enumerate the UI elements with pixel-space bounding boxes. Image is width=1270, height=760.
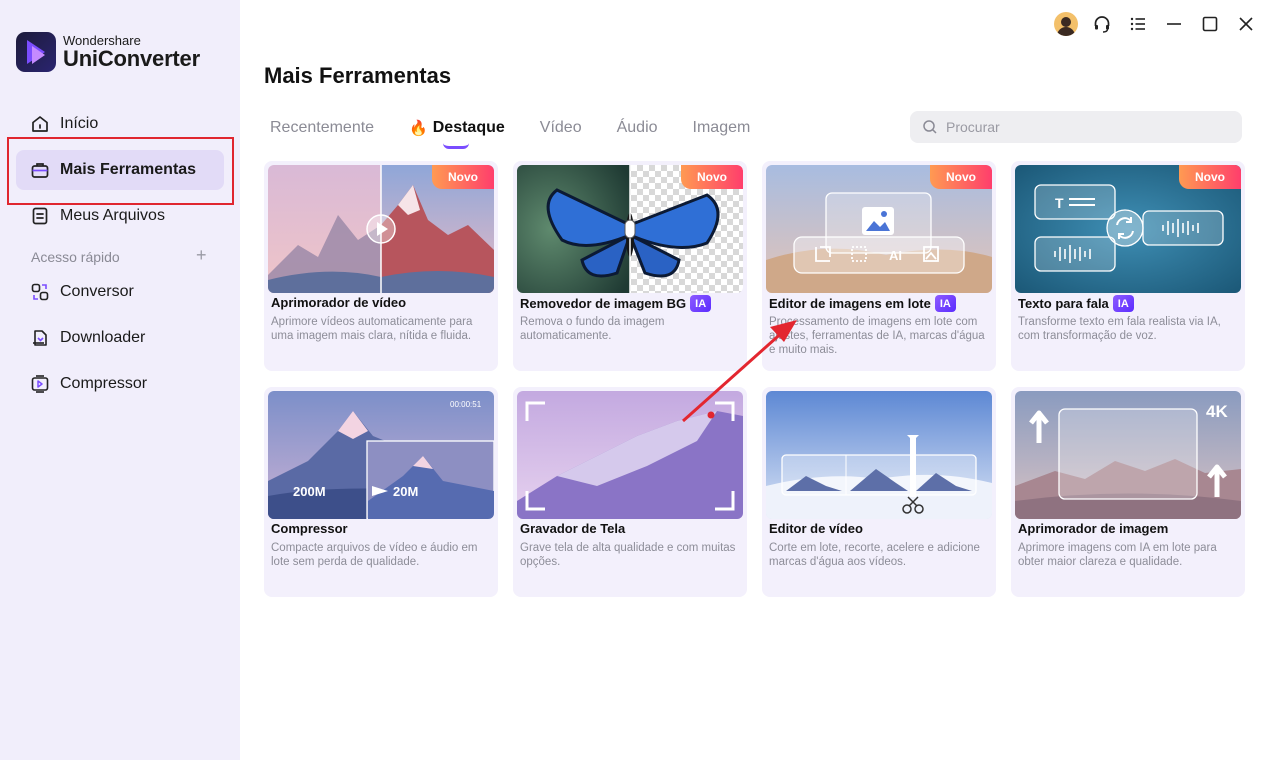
card-title: Gravador de Tela	[520, 521, 626, 536]
sidebar-item-label: Meus Arquivos	[60, 207, 165, 224]
resolution-label: 4K	[1206, 402, 1228, 421]
card-description: Processamento de imagens em lote com aju…	[769, 316, 985, 356]
quick-access-label: Acesso rápido	[31, 249, 120, 265]
logo-icon	[16, 32, 56, 72]
highlight-annotation-box	[7, 137, 234, 205]
search-placeholder: Procurar	[946, 119, 1000, 135]
new-badge: Novo	[1179, 165, 1241, 189]
tab-recentemente[interactable]: Recentemente	[270, 116, 374, 140]
sidebar: Wondershare UniConverter Início Mais Fer…	[0, 0, 240, 760]
close-icon	[1239, 17, 1253, 31]
ai-badge: IA	[690, 295, 712, 312]
new-badge: Novo	[432, 165, 494, 189]
card-title: Removedor de imagem BG IA	[520, 295, 712, 312]
card-thumbnail	[766, 391, 992, 519]
sidebar-item-compressor[interactable]: Compressor	[16, 364, 224, 404]
card-thumbnail: AI Novo	[766, 165, 992, 293]
converter-icon	[30, 282, 50, 302]
sidebar-item-label: Conversor	[60, 283, 134, 300]
maximize-button[interactable]	[1192, 8, 1228, 40]
avatar-icon	[1054, 12, 1078, 36]
headset-icon	[1094, 16, 1110, 33]
card-description: Remova o fundo da imagem automaticamente…	[520, 316, 665, 342]
new-badge: Novo	[930, 165, 992, 189]
file-icon	[30, 206, 50, 226]
add-quick-access-button[interactable]: +	[196, 245, 207, 266]
sidebar-item-label: Início	[60, 115, 99, 132]
card-description: Aprimore imagens com IA em lote para obt…	[1018, 542, 1217, 568]
svg-text:T: T	[1055, 195, 1064, 211]
home-icon	[30, 114, 50, 134]
card-title: Editor de vídeo	[769, 521, 863, 536]
category-tabs: Recentemente 🔥 Destaque Vídeo Áudio Imag…	[270, 116, 785, 149]
tab-imagem[interactable]: Imagem	[693, 116, 751, 140]
compressed-size-label: 20M	[393, 484, 418, 499]
account-button[interactable]	[1048, 8, 1084, 40]
maximize-icon	[1202, 16, 1218, 32]
sidebar-item-conversor[interactable]: Conversor	[16, 272, 224, 312]
timestamp-label: 00:00:51	[450, 400, 482, 409]
ai-badge: IA	[1112, 295, 1134, 312]
tab-video[interactable]: Vídeo	[540, 116, 582, 140]
tool-card-editor-video[interactable]: Editor de vídeo Corte em lote, recorte, …	[762, 387, 996, 597]
close-button[interactable]	[1228, 8, 1264, 40]
support-button[interactable]	[1084, 8, 1120, 40]
tool-card-aprimorador-imagem[interactable]: 4K Aprimorador de imagem Aprimore imagen…	[1011, 387, 1245, 597]
card-description: Transforme texto em fala realista via IA…	[1018, 316, 1221, 342]
sidebar-item-meus-arquivos[interactable]: Meus Arquivos	[16, 196, 224, 236]
tool-card-aprimorador-video[interactable]: Novo Aprimorador de vídeo Aprimore vídeo…	[264, 161, 498, 371]
card-thumbnail	[517, 391, 743, 519]
tab-audio[interactable]: Áudio	[617, 116, 658, 140]
card-thumbnail: 200M 20M 00:00:51	[268, 391, 494, 519]
tool-card-editor-imagens-lote[interactable]: AI Novo Editor de imagens em lote IA Proc…	[762, 161, 996, 371]
card-title: Aprimorador de imagem	[1018, 521, 1169, 536]
card-description: Grave tela de alta qualidade e com muita…	[520, 542, 736, 568]
tab-destaque[interactable]: 🔥 Destaque	[409, 116, 505, 149]
card-thumbnail: Novo	[517, 165, 743, 293]
minimize-icon	[1167, 23, 1181, 25]
fire-icon: 🔥	[409, 120, 428, 137]
sidebar-item-downloader[interactable]: Downloader	[16, 318, 224, 358]
menu-icon	[1130, 17, 1145, 31]
app-logo: Wondershare UniConverter	[16, 32, 200, 72]
active-tab-indicator	[443, 143, 470, 149]
search-input[interactable]: Procurar	[910, 111, 1242, 143]
card-description: Compacte arquivos de vídeo e áudio em lo…	[271, 542, 478, 568]
window-toolbar	[1048, 8, 1270, 40]
card-thumbnail: Novo	[268, 165, 494, 293]
card-thumbnail: 4K	[1015, 391, 1241, 519]
card-title: Aprimorador de vídeo	[271, 295, 407, 310]
logo-product: UniConverter	[63, 46, 200, 71]
search-icon	[923, 120, 937, 134]
tool-card-removedor-bg[interactable]: Novo Removedor de imagem BG IA Remova o f…	[513, 161, 747, 371]
card-description: Aprimore vídeos automaticamente para uma…	[271, 316, 473, 342]
svg-text:AI: AI	[889, 248, 902, 263]
minimize-button[interactable]	[1156, 8, 1192, 40]
compress-icon	[30, 374, 50, 394]
new-badge: Novo	[681, 165, 743, 189]
tool-card-texto-para-fala[interactable]: T Novo Texto para fala IA Transforme text…	[1011, 161, 1245, 371]
download-icon	[30, 328, 50, 348]
tool-card-gravador-tela[interactable]: Gravador de Tela Grave tela de alta qual…	[513, 387, 747, 597]
tool-card-compressor[interactable]: 200M 20M 00:00:51 Compressor Compacte ar…	[264, 387, 498, 597]
page-title: Mais Ferramentas	[264, 63, 452, 88]
card-thumbnail: T Novo	[1015, 165, 1241, 293]
sidebar-item-label: Compressor	[60, 375, 148, 392]
tab-label: Destaque	[432, 119, 505, 136]
card-title: Editor de imagens em lote IA	[769, 295, 956, 312]
original-size-label: 200M	[293, 484, 326, 499]
sidebar-item-label: Downloader	[60, 329, 146, 346]
menu-button[interactable]	[1120, 8, 1156, 40]
ai-badge: IA	[934, 295, 956, 312]
card-title: Compressor	[271, 521, 348, 536]
card-title: Texto para fala IA	[1018, 295, 1134, 312]
card-description: Corte em lote, recorte, acelere e adicio…	[769, 542, 980, 568]
